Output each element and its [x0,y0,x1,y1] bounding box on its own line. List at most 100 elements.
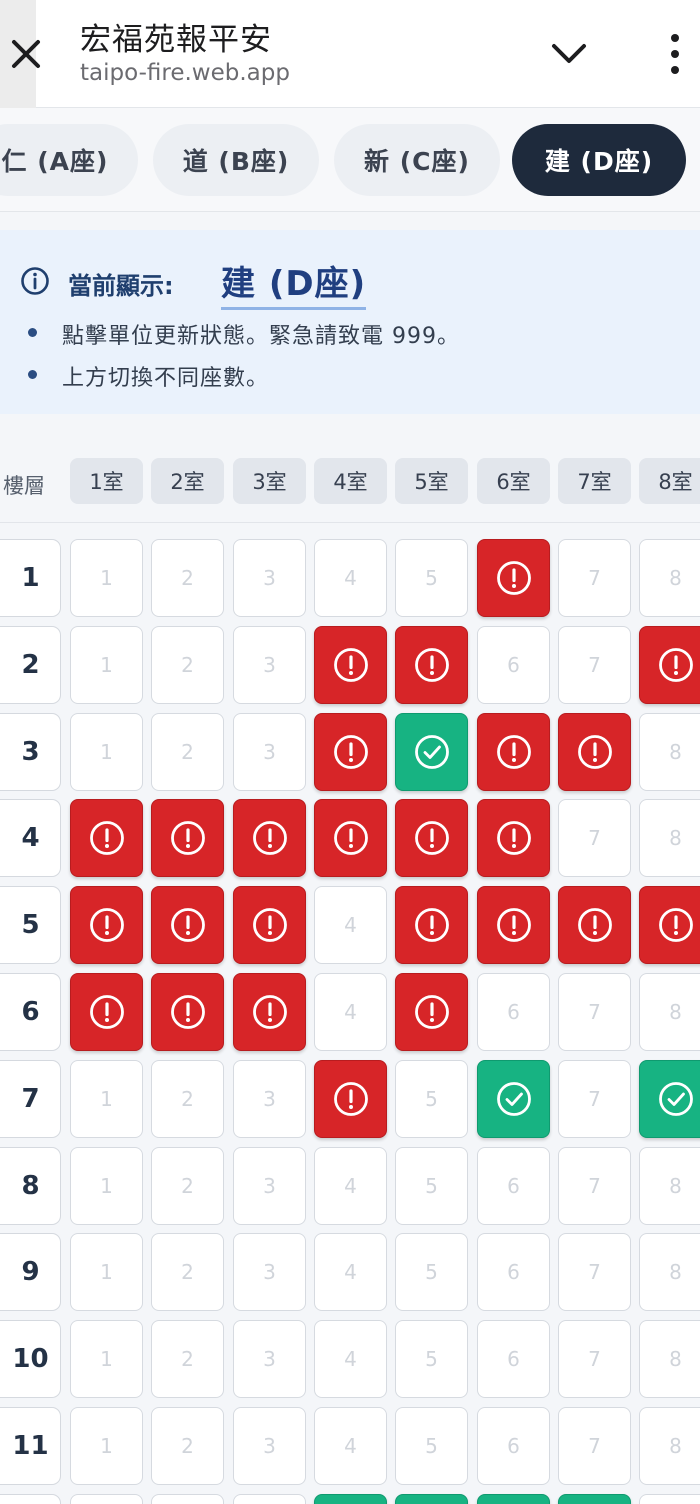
unit-cell[interactable]: 3 [233,713,306,791]
unit-cell-danger[interactable] [639,626,700,704]
unit-cell[interactable]: 5 [395,539,468,617]
unit-cell[interactable]: 2 [151,1320,224,1398]
unit-cell[interactable]: 4 [314,1407,387,1485]
unit-cell[interactable]: 5 [395,1233,468,1311]
unit-cell[interactable]: 1 [70,1407,143,1485]
unit-cell[interactable]: 4 [314,1147,387,1225]
unit-cell-danger[interactable] [70,799,143,877]
unit-cell-danger[interactable] [477,799,550,877]
unit-cell[interactable]: 3 [233,1320,306,1398]
unit-cell[interactable]: 7 [558,973,631,1051]
unit-cell[interactable]: 8 [639,1494,700,1504]
unit-cell[interactable]: 8 [639,1407,700,1485]
unit-cell-danger[interactable] [395,626,468,704]
unit-cell[interactable]: 7 [558,1147,631,1225]
unit-cell[interactable]: 3 [233,539,306,617]
close-button[interactable] [0,0,40,108]
unit-cell[interactable]: 6 [477,1407,550,1485]
unit-cell[interactable]: 3 [233,1494,306,1504]
tab-block-c[interactable]: 新 (C座) [334,124,500,196]
unit-cell[interactable]: 2 [151,539,224,617]
unit-cell[interactable]: 8 [639,973,700,1051]
unit-cell[interactable]: 6 [477,626,550,704]
unit-cell-danger[interactable] [558,886,631,964]
tab-block-b[interactable]: 道 (B座) [153,124,319,196]
unit-cell[interactable]: 1 [70,1494,143,1504]
unit-cell[interactable]: 6 [477,1147,550,1225]
unit-cell-danger[interactable] [395,799,468,877]
unit-cell[interactable]: 3 [233,626,306,704]
unit-cell-danger[interactable] [314,799,387,877]
unit-cell[interactable]: 6 [477,973,550,1051]
unit-cell-safe[interactable] [477,1060,550,1138]
unit-cell[interactable]: 7 [558,539,631,617]
unit-cell[interactable]: 1 [70,1147,143,1225]
unit-cell-danger[interactable] [477,539,550,617]
unit-cell[interactable]: 2 [151,626,224,704]
unit-cell-danger[interactable] [233,886,306,964]
unit-cell[interactable]: 6 [477,1233,550,1311]
unit-cell[interactable]: 2 [151,1147,224,1225]
unit-cell-danger[interactable] [233,799,306,877]
unit-cell[interactable]: 7 [558,626,631,704]
unit-cell[interactable]: 1 [70,1060,143,1138]
unit-cell-danger[interactable] [314,1060,387,1138]
unit-cell-safe[interactable] [639,1060,700,1138]
unit-cell-danger[interactable] [477,713,550,791]
unit-cell[interactable]: 4 [314,1233,387,1311]
unit-cell[interactable]: 1 [70,1233,143,1311]
unit-cell-safe[interactable] [395,1494,468,1504]
unit-cell-danger[interactable] [70,886,143,964]
unit-cell[interactable]: 5 [395,1147,468,1225]
unit-cell[interactable]: 6 [477,1320,550,1398]
unit-cell-safe[interactable] [558,1494,631,1504]
unit-cell[interactable]: 7 [558,799,631,877]
unit-cell-danger[interactable] [477,886,550,964]
unit-cell-danger[interactable] [151,886,224,964]
unit-cell[interactable]: 2 [151,1407,224,1485]
unit-cell[interactable]: 7 [558,1233,631,1311]
unit-cell-danger[interactable] [558,713,631,791]
unit-cell[interactable]: 3 [233,1407,306,1485]
tab-block-d[interactable]: 建 (D座) [512,124,686,196]
unit-cell[interactable]: 4 [314,886,387,964]
unit-cell[interactable]: 7 [558,1320,631,1398]
unit-cell[interactable]: 8 [639,1320,700,1398]
unit-cell[interactable]: 5 [395,1060,468,1138]
expand-button[interactable] [548,38,590,70]
unit-cell[interactable]: 2 [151,1060,224,1138]
unit-cell-danger[interactable] [395,886,468,964]
unit-cell-safe[interactable] [395,713,468,791]
unit-cell[interactable]: 1 [70,713,143,791]
unit-cell-danger[interactable] [151,799,224,877]
unit-cell-danger[interactable] [314,626,387,704]
unit-cell[interactable]: 4 [314,1320,387,1398]
unit-cell[interactable]: 8 [639,713,700,791]
unit-cell[interactable]: 3 [233,1147,306,1225]
unit-cell[interactable]: 5 [395,1407,468,1485]
unit-cell-danger[interactable] [639,886,700,964]
unit-cell[interactable]: 7 [558,1407,631,1485]
unit-cell[interactable]: 8 [639,539,700,617]
unit-cell[interactable]: 2 [151,1233,224,1311]
unit-cell[interactable]: 8 [639,1147,700,1225]
unit-cell[interactable]: 2 [151,713,224,791]
unit-cell[interactable]: 5 [395,1320,468,1398]
unit-cell[interactable]: 1 [70,1320,143,1398]
unit-cell[interactable]: 7 [558,1060,631,1138]
unit-cell[interactable]: 3 [233,1060,306,1138]
unit-cell[interactable]: 8 [639,799,700,877]
page-url[interactable]: taipo-fire.web.app [80,60,290,86]
unit-cell-danger[interactable] [395,973,468,1051]
unit-cell-safe[interactable] [314,1494,387,1504]
unit-cell-danger[interactable] [314,713,387,791]
unit-cell[interactable]: 4 [314,539,387,617]
tab-block-a[interactable]: 仁 (A座) [0,124,138,196]
unit-cell-danger[interactable] [233,973,306,1051]
unit-cell[interactable]: 1 [70,626,143,704]
unit-cell[interactable]: 4 [314,973,387,1051]
unit-cell[interactable]: 2 [151,1494,224,1504]
unit-cell-safe[interactable] [477,1494,550,1504]
unit-cell-danger[interactable] [70,973,143,1051]
unit-cell[interactable]: 3 [233,1233,306,1311]
